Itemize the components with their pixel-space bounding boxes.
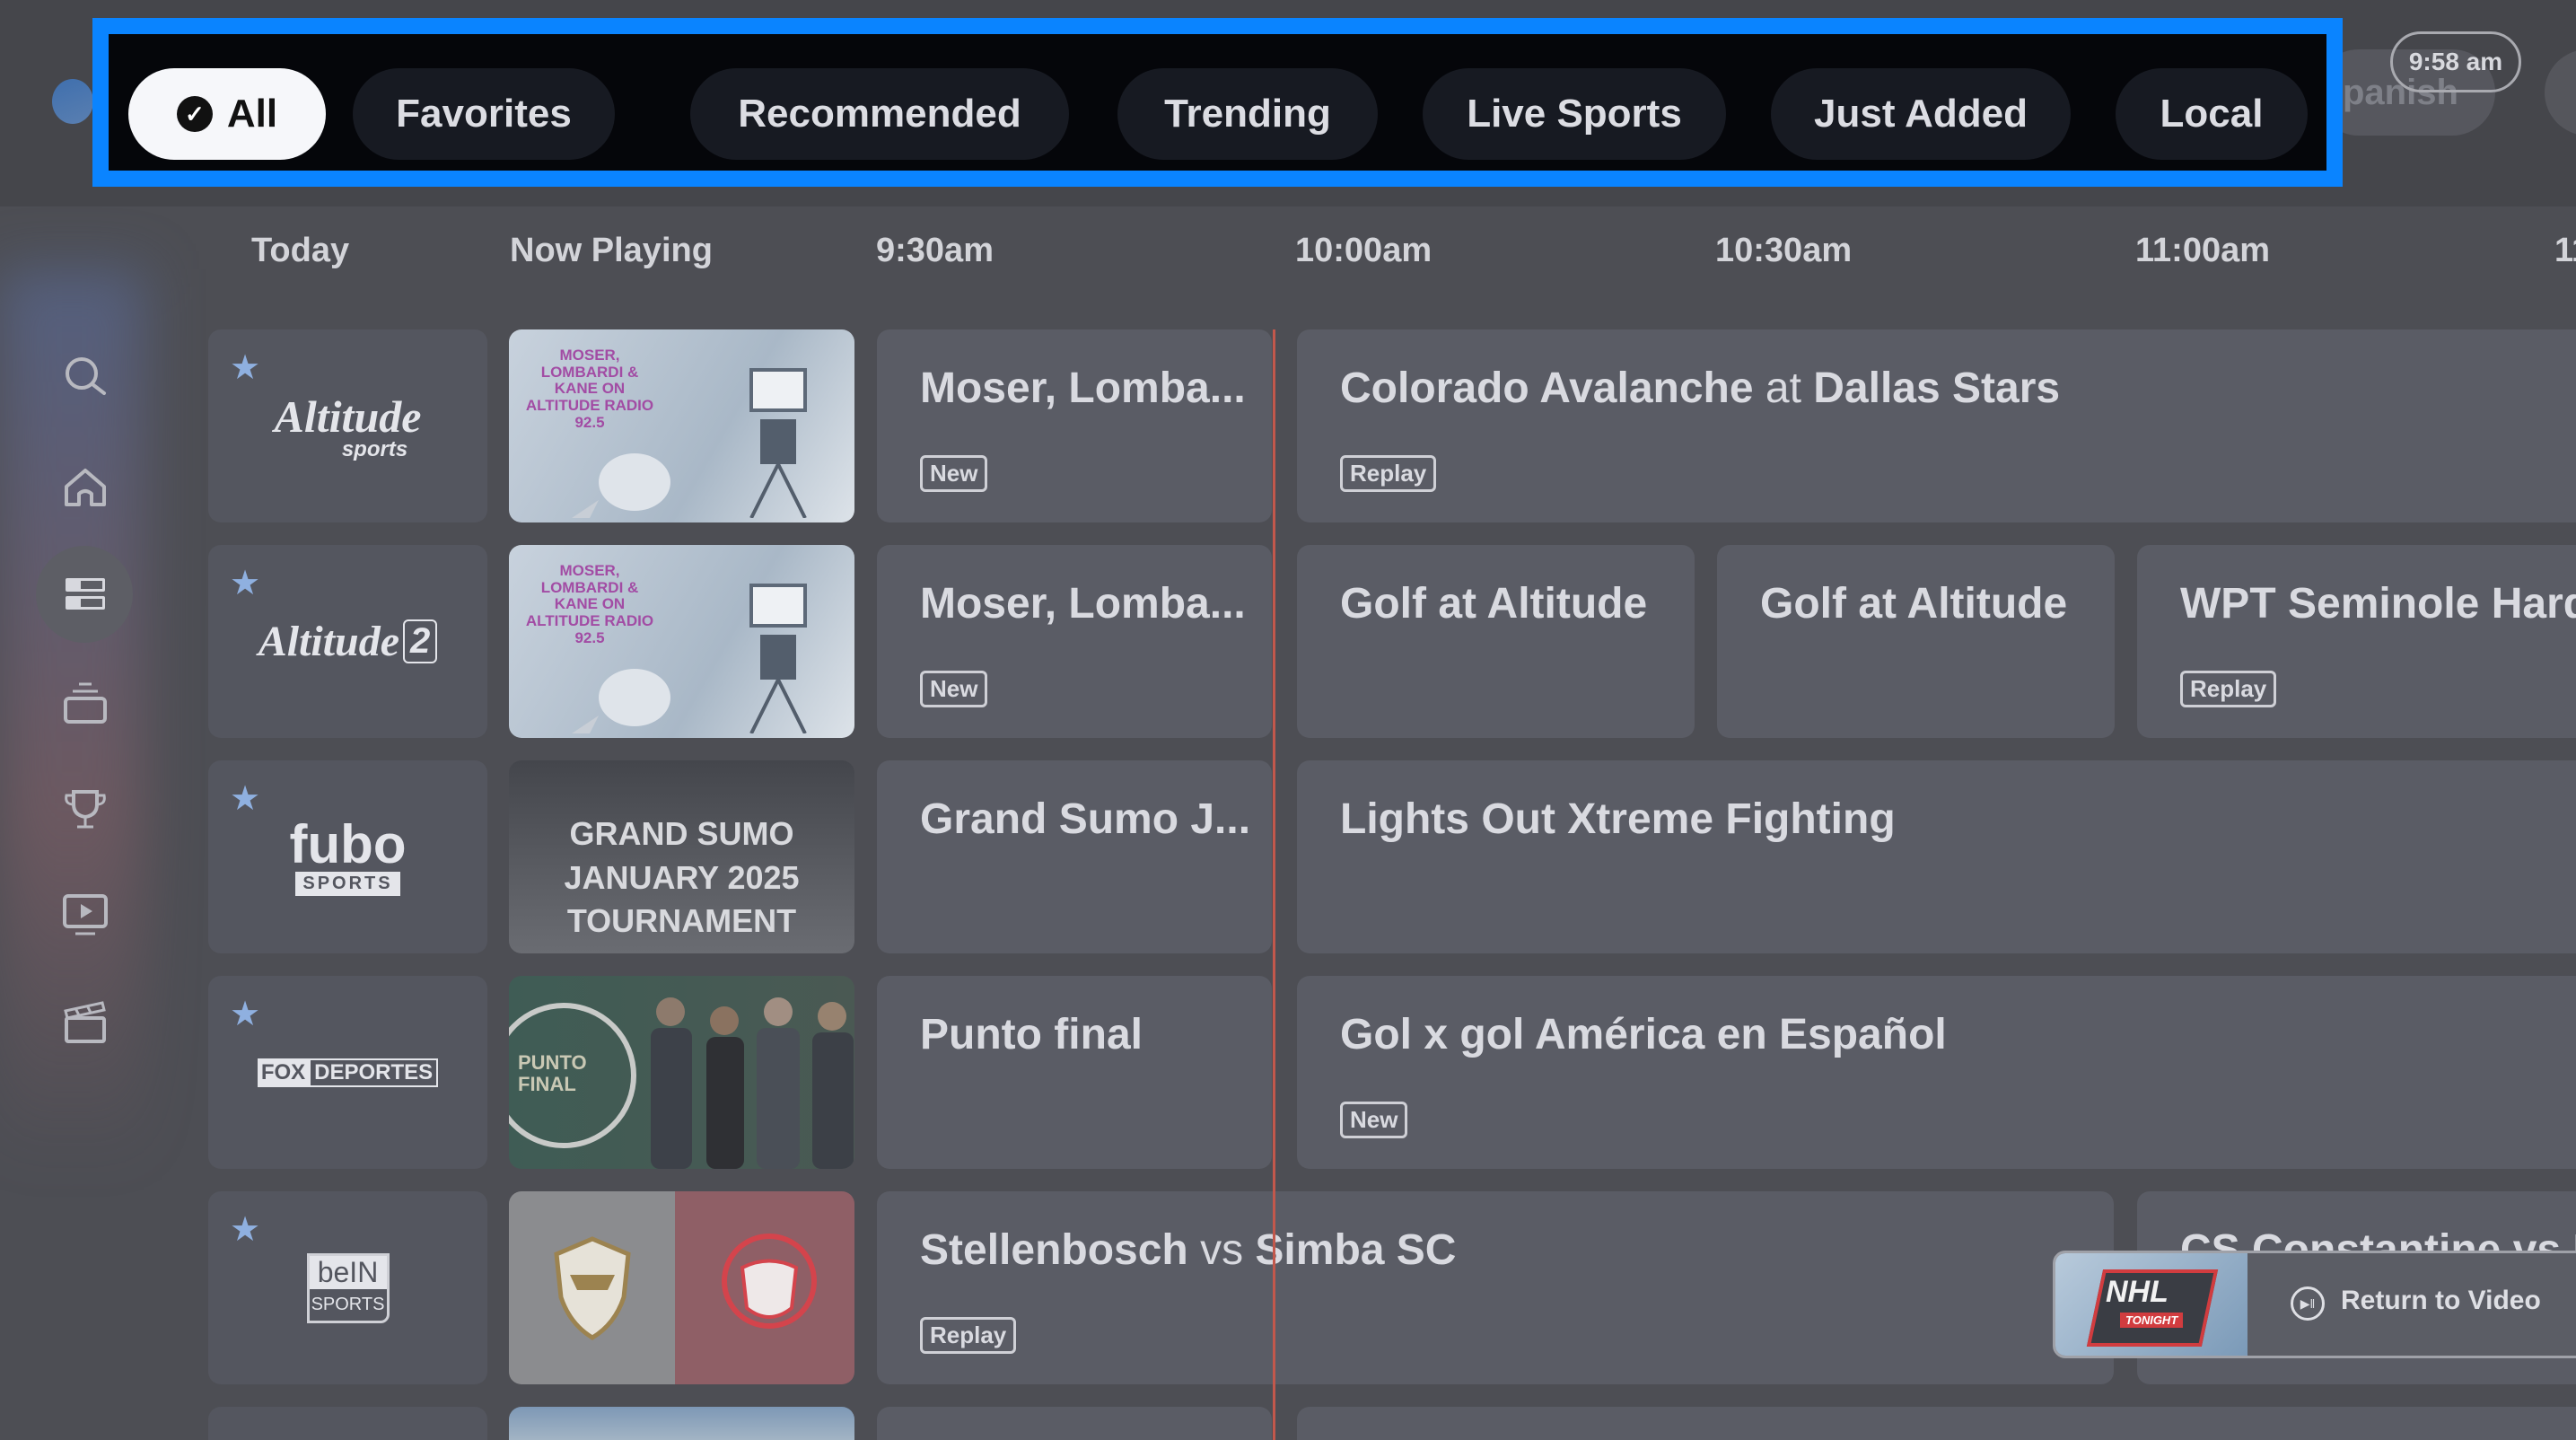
program-title: Moser, Lomba...	[920, 364, 1246, 412]
stellenbosch-crest-icon	[554, 1236, 631, 1340]
program-title: WPT Seminole Hard	[2180, 580, 2576, 628]
sidebar-item-sports[interactable]	[59, 783, 111, 835]
filter-tab-bar: ✓ All Favorites Recommended Trending Liv…	[92, 18, 2343, 187]
now-playing-label: Now Playing	[510, 232, 713, 269]
new-badge: New	[920, 671, 988, 707]
guide-icon	[66, 578, 105, 610]
channel-logo: FOX DEPORTES	[208, 976, 487, 1169]
return-to-video-button[interactable]: NHL TONIGHT ▶‖ Return to Video	[2053, 1251, 2576, 1358]
program-title: Punto final	[920, 1011, 1143, 1058]
time-slot: 9:30am	[876, 232, 994, 269]
program-title: Moser, Lomba...	[920, 580, 1246, 628]
program-cell[interactable]: Moser, Lomba... New	[877, 545, 1272, 738]
sidebar-item-search[interactable]	[59, 352, 111, 404]
program-title: Golf at Altitude	[1340, 580, 1648, 628]
time-slot: 10:00am	[1295, 232, 1433, 269]
replay-badge: Replay	[920, 1317, 1017, 1354]
microphone-camera-illustration	[572, 584, 807, 733]
sidebar-item-movies[interactable]	[59, 997, 111, 1049]
filter-tab-label: Local	[2160, 92, 2264, 136]
filter-tab-trending[interactable]: Trending	[1117, 68, 1378, 160]
program-cell[interactable]: Golf at Altitude	[1297, 545, 1695, 738]
program-cell[interactable]	[877, 1407, 1272, 1440]
simba-crest-icon	[722, 1234, 817, 1329]
play-pause-icon: ▶‖	[2291, 1286, 2325, 1321]
new-badge: New	[920, 455, 988, 492]
channel-logo: fubo SPORTS	[208, 760, 487, 953]
channel-cell-fox-deportes[interactable]: ★ FOX DEPORTES	[208, 976, 487, 1169]
channel-logo: beIN SPORTS	[208, 1191, 487, 1384]
day-label[interactable]: Today	[251, 232, 349, 270]
program-cell[interactable]: Gol x gol América en Español New	[1297, 976, 2576, 1169]
sidebar-item-guide[interactable]	[59, 568, 111, 620]
now-playing-thumbnail[interactable]: PUNTO FINAL	[509, 976, 854, 1169]
program-cell[interactable]: Moser, Lomba... New	[877, 329, 1272, 522]
replay-badge: Replay	[2180, 671, 2277, 707]
replay-badge: Replay	[1340, 455, 1437, 492]
filter-tab-favorites[interactable]: Favorites	[353, 68, 615, 160]
channel-cell-fubo-sports[interactable]: ★ fubo SPORTS	[208, 760, 487, 953]
search-icon	[66, 357, 106, 395]
filter-tab-label: All	[226, 92, 278, 136]
now-playing-thumbnail[interactable]: MOSER, LOMBARDI & KANE ON ALTITUDE RADIO…	[509, 329, 854, 522]
filter-tab-label: Recommended	[738, 92, 1021, 136]
sidebar-item-shows[interactable]	[59, 889, 111, 941]
mini-player-thumbnail: NHL TONIGHT	[2055, 1253, 2247, 1356]
microphone-camera-illustration	[572, 368, 807, 518]
channel-logo: Altitude 2	[208, 545, 487, 738]
program-title: Lights Out Xtreme Fighting	[1340, 795, 1896, 843]
program-title: Grand Sumo J...	[920, 795, 1251, 843]
program-title: Stellenbosch vs Simba SC	[920, 1226, 1457, 1274]
program-title: Colorado Avalanche at Dallas Stars	[1340, 364, 2061, 412]
home-icon	[65, 469, 106, 506]
channel-cell-altitude[interactable]: ★ Altitude sports	[208, 329, 487, 522]
channel-logo: Altitude sports	[274, 391, 422, 461]
time-slot: 11	[2554, 232, 2576, 269]
time-slot: 10:30am	[1715, 232, 1853, 269]
program-cell[interactable]	[1297, 1407, 2576, 1440]
program-cell[interactable]: Colorado Avalanche at Dallas Stars Repla…	[1297, 329, 2576, 522]
now-playing-thumbnail[interactable]: GRAND SUMO JANUARY 2025 TOURNAMENT	[509, 760, 854, 953]
thumbnail-text: PUNTO FINAL	[518, 1051, 587, 1096]
now-playing-thumbnail[interactable]	[509, 1191, 854, 1384]
filter-tab-label: Just Added	[1814, 92, 2028, 136]
filter-tab-label: Live Sports	[1467, 92, 1682, 136]
library-icon	[64, 682, 107, 724]
sidebar-item-home[interactable]	[59, 461, 111, 514]
time-slot: 11:00am	[2135, 232, 2271, 269]
checkmark-icon: ✓	[176, 96, 213, 132]
filter-tab-live-sports[interactable]: Live Sports	[1423, 68, 1726, 160]
tv-play-icon	[63, 894, 108, 935]
filter-tab-just-added[interactable]: Just Added	[1771, 68, 2071, 160]
return-to-video-label: Return to Video	[2341, 1286, 2541, 1315]
program-cell[interactable]: Lights Out Xtreme Fighting	[1297, 760, 2576, 953]
sidebar-item-library[interactable]	[59, 677, 111, 729]
trophy-icon	[65, 790, 106, 829]
now-playing-thumbnail[interactable]: MOSER, LOMBARDI & KANE ON ALTITUDE RADIO…	[509, 545, 854, 738]
channel-cell[interactable]	[208, 1407, 487, 1440]
program-cell[interactable]: WPT Seminole Hard Replay	[2137, 545, 2576, 738]
program-cell[interactable]: Stellenbosch vs Simba SC Replay	[877, 1191, 2114, 1384]
new-badge: New	[1340, 1102, 1408, 1138]
program-title: Gol x gol América en Español	[1340, 1011, 1947, 1058]
program-cell[interactable]: Golf at Altitude	[1717, 545, 2115, 738]
profile-avatar[interactable]	[52, 79, 93, 124]
clock: 9:58 am	[2390, 31, 2521, 92]
filter-tab-recommended[interactable]: Recommended	[690, 68, 1069, 160]
program-cell[interactable]: Grand Sumo J...	[877, 760, 1272, 953]
filter-tab-local[interactable]: Local	[2116, 68, 2308, 160]
program-title: Golf at Altitude	[1760, 580, 2068, 628]
filter-tab-all[interactable]: ✓ All	[128, 68, 326, 160]
thumbnail-text: GRAND SUMO JANUARY 2025 TOURNAMENT	[564, 815, 800, 940]
filter-tab-label: Trending	[1164, 92, 1331, 136]
channel-cell-altitude-2[interactable]: ★ Altitude 2	[208, 545, 487, 738]
filter-tab-label: Favorites	[396, 92, 572, 136]
program-cell[interactable]: Punto final	[877, 976, 1272, 1169]
clapperboard-icon	[64, 1001, 106, 1043]
hosts-photo	[651, 997, 854, 1169]
now-playing-thumbnail[interactable]	[509, 1407, 854, 1440]
channel-cell-bein-sports[interactable]: ★ beIN SPORTS	[208, 1191, 487, 1384]
current-time-indicator	[1273, 329, 1275, 1440]
